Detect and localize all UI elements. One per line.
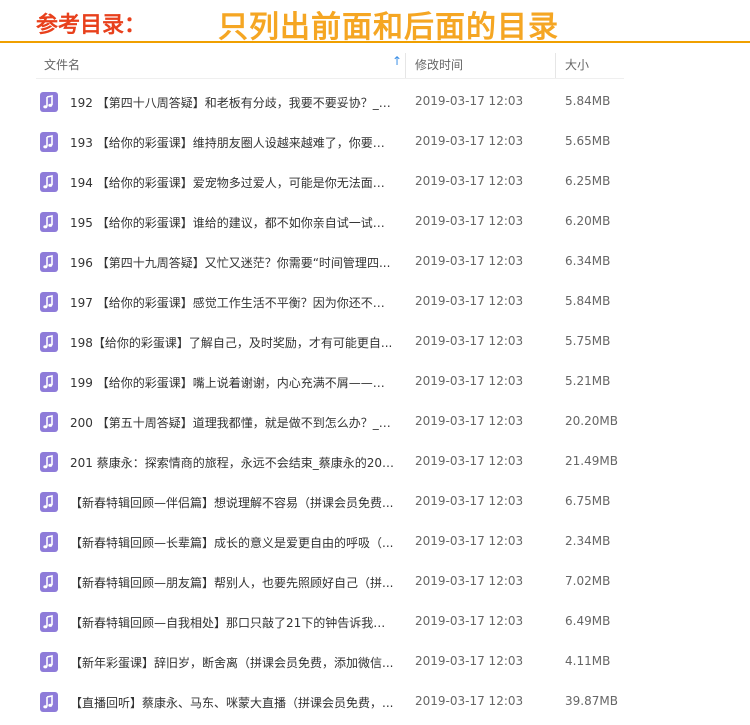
reference-title: 参考目录：: [36, 12, 147, 38]
header-divider: [36, 78, 624, 79]
file-row[interactable]: 201 蔡康永：探索情商的旅程，永远不会结束_蔡康永的201... 2019-03…: [0, 442, 750, 482]
file-size: 5.75MB: [565, 334, 611, 348]
file-name[interactable]: 199 【给你的彩蛋课】嘴上说着谢谢，内心充满不屑——生...: [70, 374, 396, 391]
audio-file-icon: [40, 652, 58, 672]
file-modified-date: 2019-03-17 12:03: [415, 214, 524, 228]
file-modified-date: 2019-03-17 12:03: [415, 574, 524, 588]
file-row[interactable]: 【新年彩蛋课】辞旧岁，断舍离（拼课会员免费，添加微信... 2019-03-17 …: [0, 642, 750, 682]
file-row[interactable]: 198【给你的彩蛋课】了解自己，及时奖励，才有可能更自... 2019-03-17…: [0, 322, 750, 362]
file-row[interactable]: 192 【第四十八周答疑】和老板有分歧，我要不要妥协？_（... 2019-03-…: [0, 82, 750, 122]
audio-file-icon: [40, 252, 58, 272]
file-row[interactable]: 【新春特辑回顾—长辈篇】成长的意义是爱更自由的呼吸（... 2019-03-17 …: [0, 522, 750, 562]
file-modified-date: 2019-03-17 12:03: [415, 614, 524, 628]
file-size: 2.34MB: [565, 534, 611, 548]
column-header-size[interactable]: 大小: [565, 56, 589, 73]
file-list-header: 文件名 ↑ 修改时间 大小: [0, 49, 750, 79]
file-name[interactable]: 195 【给你的彩蛋课】谁给的建议，都不如你亲自试一试—...: [70, 214, 396, 231]
column-divider[interactable]: [555, 53, 556, 79]
file-name[interactable]: 【新春特辑回顾—长辈篇】成长的意义是爱更自由的呼吸（...: [70, 534, 396, 551]
file-size: 7.02MB: [565, 574, 611, 588]
file-size: 5.21MB: [565, 374, 611, 388]
file-size: 6.20MB: [565, 214, 611, 228]
file-name[interactable]: 193 【给你的彩蛋课】维持朋友圈人设越来越难了，你要继...: [70, 134, 396, 151]
file-row[interactable]: 【直播回听】蔡康永、马东、咪蒙大直播（拼课会员免费，... 2019-03-17 …: [0, 682, 750, 722]
file-name[interactable]: 【新春特辑回顾—朋友篇】帮别人，也要先照顾好自己（拼...: [70, 574, 396, 591]
file-name[interactable]: 198【给你的彩蛋课】了解自己，及时奖励，才有可能更自...: [70, 334, 396, 351]
file-size: 6.34MB: [565, 254, 611, 268]
file-name[interactable]: 196 【第四十九周答疑】又忙又迷茫？你需要“时间管理四...: [70, 254, 396, 271]
audio-file-icon: [40, 172, 58, 192]
file-modified-date: 2019-03-17 12:03: [415, 254, 524, 268]
file-row[interactable]: 193 【给你的彩蛋课】维持朋友圈人设越来越难了，你要继... 2019-03-1…: [0, 122, 750, 162]
file-size: 5.65MB: [565, 134, 611, 148]
file-row[interactable]: 197 【给你的彩蛋课】感觉工作生活不平衡？因为你还不知... 2019-03-1…: [0, 282, 750, 322]
file-row[interactable]: 196 【第四十九周答疑】又忙又迷茫？你需要“时间管理四... 2019-03-1…: [0, 242, 750, 282]
file-row[interactable]: 【新春特辑回顾—自我相处】那口只敲了21下的钟告诉我的... 2019-03-17…: [0, 602, 750, 642]
banner: 参考目录： 只列出前面和后面的目录: [0, 0, 750, 45]
file-row[interactable]: 200 【第五十周答疑】道理我都懂，就是做不到怎么办？_蔡... 2019-03-…: [0, 402, 750, 442]
column-header-name[interactable]: 文件名: [44, 56, 80, 73]
file-size: 6.25MB: [565, 174, 611, 188]
audio-file-icon: [40, 292, 58, 312]
audio-file-icon: [40, 372, 58, 392]
column-divider[interactable]: [405, 53, 406, 79]
file-modified-date: 2019-03-17 12:03: [415, 694, 524, 708]
audio-file-icon: [40, 332, 58, 352]
file-modified-date: 2019-03-17 12:03: [415, 414, 524, 428]
file-size: 6.49MB: [565, 614, 611, 628]
file-size: 20.20MB: [565, 414, 618, 428]
file-name[interactable]: 【新春特辑回顾—自我相处】那口只敲了21下的钟告诉我的...: [70, 614, 396, 631]
file-size: 6.75MB: [565, 494, 611, 508]
file-modified-date: 2019-03-17 12:03: [415, 334, 524, 348]
file-row[interactable]: 【新春特辑回顾—伴侣篇】想说理解不容易（拼课会员免费... 2019-03-17 …: [0, 482, 750, 522]
file-size: 21.49MB: [565, 454, 618, 468]
file-modified-date: 2019-03-17 12:03: [415, 454, 524, 468]
file-name[interactable]: 【直播回听】蔡康永、马东、咪蒙大直播（拼课会员免费，...: [70, 694, 396, 711]
file-size: 5.84MB: [565, 294, 611, 308]
file-modified-date: 2019-03-17 12:03: [415, 134, 524, 148]
file-name[interactable]: 197 【给你的彩蛋课】感觉工作生活不平衡？因为你还不知...: [70, 294, 396, 311]
audio-file-icon: [40, 492, 58, 512]
file-row[interactable]: 195 【给你的彩蛋课】谁给的建议，都不如你亲自试一试—... 2019-03-1…: [0, 202, 750, 242]
file-name[interactable]: 192 【第四十八周答疑】和老板有分歧，我要不要妥协？_（...: [70, 94, 396, 111]
banner-note: 只列出前面和后面的目录: [218, 10, 559, 45]
file-modified-date: 2019-03-17 12:03: [415, 374, 524, 388]
audio-file-icon: [40, 412, 58, 432]
audio-file-icon: [40, 212, 58, 232]
file-modified-date: 2019-03-17 12:03: [415, 494, 524, 508]
file-name[interactable]: 201 蔡康永：探索情商的旅程，永远不会结束_蔡康永的201...: [70, 454, 396, 471]
file-list: 192 【第四十八周答疑】和老板有分歧，我要不要妥协？_（... 2019-03-…: [0, 82, 750, 722]
file-modified-date: 2019-03-17 12:03: [415, 174, 524, 188]
file-modified-date: 2019-03-17 12:03: [415, 94, 524, 108]
file-row[interactable]: 【新春特辑回顾—朋友篇】帮别人，也要先照顾好自己（拼... 2019-03-17 …: [0, 562, 750, 602]
file-size: 5.84MB: [565, 94, 611, 108]
file-name[interactable]: 194 【给你的彩蛋课】爱宠物多过爱人，可能是你无法面对...: [70, 174, 396, 191]
banner-divider: [0, 41, 750, 43]
file-modified-date: 2019-03-17 12:03: [415, 654, 524, 668]
audio-file-icon: [40, 612, 58, 632]
column-header-modified[interactable]: 修改时间: [415, 56, 463, 73]
file-row[interactable]: 194 【给你的彩蛋课】爱宠物多过爱人，可能是你无法面对... 2019-03-1…: [0, 162, 750, 202]
audio-file-icon: [40, 532, 58, 552]
file-size: 39.87MB: [565, 694, 618, 708]
audio-file-icon: [40, 452, 58, 472]
file-name[interactable]: 200 【第五十周答疑】道理我都懂，就是做不到怎么办？_蔡...: [70, 414, 396, 431]
audio-file-icon: [40, 572, 58, 592]
file-modified-date: 2019-03-17 12:03: [415, 534, 524, 548]
file-name[interactable]: 【新年彩蛋课】辞旧岁，断舍离（拼课会员免费，添加微信...: [70, 654, 396, 671]
sort-arrow-up-icon[interactable]: ↑: [392, 54, 402, 68]
file-name[interactable]: 【新春特辑回顾—伴侣篇】想说理解不容易（拼课会员免费...: [70, 494, 396, 511]
audio-file-icon: [40, 92, 58, 112]
file-row[interactable]: 199 【给你的彩蛋课】嘴上说着谢谢，内心充满不屑——生... 2019-03-1…: [0, 362, 750, 402]
file-modified-date: 2019-03-17 12:03: [415, 294, 524, 308]
audio-file-icon: [40, 132, 58, 152]
file-size: 4.11MB: [565, 654, 611, 668]
audio-file-icon: [40, 692, 58, 712]
